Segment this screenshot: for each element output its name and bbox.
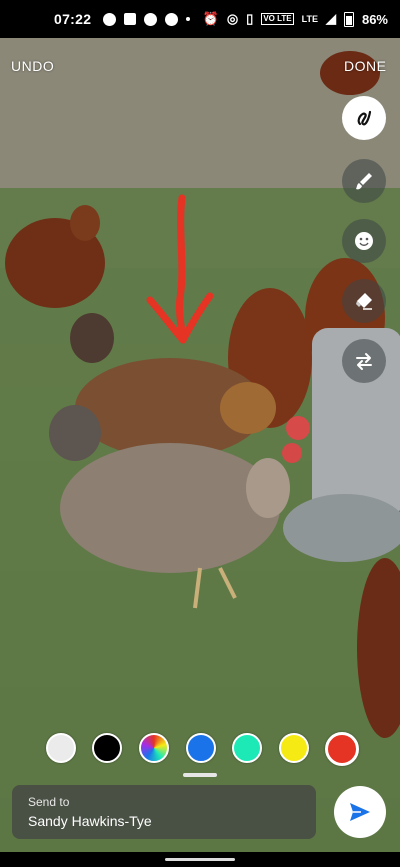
data-saver-icon: ◎ <box>226 11 239 26</box>
hen-grey-comb <box>282 443 302 463</box>
draw-tool-button[interactable] <box>342 96 386 140</box>
vibrate-icon: ▯ <box>246 11 254 26</box>
hen-grey <box>60 443 280 573</box>
hen-brown-neck <box>220 382 276 434</box>
hen-comb <box>286 416 310 440</box>
recipient-name: Sandy Hawkins-Tye <box>28 813 152 829</box>
color-swatch-black[interactable] <box>92 733 122 763</box>
color-swatch-red[interactable] <box>325 732 359 766</box>
alarm-icon: ⏰ <box>202 11 219 26</box>
hen-grey-neck <box>246 458 290 518</box>
hen-left-head <box>70 205 100 241</box>
status-time: 07:22 <box>54 11 92 27</box>
brush-icon <box>356 173 372 190</box>
sticker-tool-button[interactable] <box>342 219 386 263</box>
hen-brown-tail <box>70 313 114 363</box>
volte-icon: VO LTE <box>261 13 294 25</box>
undo-button[interactable]: UNDO <box>11 58 54 74</box>
eraser-icon <box>356 293 372 310</box>
drawer-handle[interactable] <box>183 773 217 777</box>
battery-icon <box>343 11 354 27</box>
photo-canvas[interactable] <box>0 38 400 852</box>
eraser-tool-button[interactable] <box>342 279 386 323</box>
send-to-label: Send to <box>28 795 70 809</box>
smiley-icon <box>355 232 373 250</box>
hen-grey-tail <box>49 405 101 461</box>
system-icons: ⏰ ◎ ▯ VO LTE LTE ◢ 86% <box>203 0 388 38</box>
done-button[interactable]: DONE <box>344 58 386 74</box>
color-swatch-teal[interactable] <box>232 733 262 763</box>
color-swatch-rainbow[interactable] <box>139 733 169 763</box>
messenger-icon <box>165 12 179 26</box>
color-swatch-yellow[interactable] <box>279 733 309 763</box>
messenger-icon <box>144 12 158 26</box>
send-button[interactable] <box>334 786 386 838</box>
messenger-icon <box>103 12 117 26</box>
brush-tool-button[interactable] <box>342 159 386 203</box>
chicken-photo <box>0 38 400 852</box>
drawn-arrow-shaft <box>175 194 187 344</box>
squiggle-icon <box>357 110 372 126</box>
color-swatch-white[interactable] <box>46 733 76 763</box>
send-to-field[interactable]: Send to Sandy Hawkins-Tye <box>12 785 316 839</box>
signal-icon: ◢ <box>325 11 336 26</box>
color-swatch-blue[interactable] <box>186 733 216 763</box>
more-notifications-icon <box>186 17 191 21</box>
notification-icons <box>103 12 191 26</box>
swap-icon <box>356 353 372 370</box>
send-icon <box>350 803 370 821</box>
color-palette <box>44 732 364 766</box>
home-gesture-pill[interactable] <box>165 858 235 861</box>
status-bar: 07:22 ⏰ ◎ ▯ VO LTE LTE ◢ 86% <box>0 0 400 38</box>
swap-tool-button[interactable] <box>342 339 386 383</box>
network-type: LTE <box>301 14 318 24</box>
facebook-icon <box>124 13 137 25</box>
battery-percent: 86% <box>361 11 388 27</box>
navigation-bar <box>0 852 400 867</box>
